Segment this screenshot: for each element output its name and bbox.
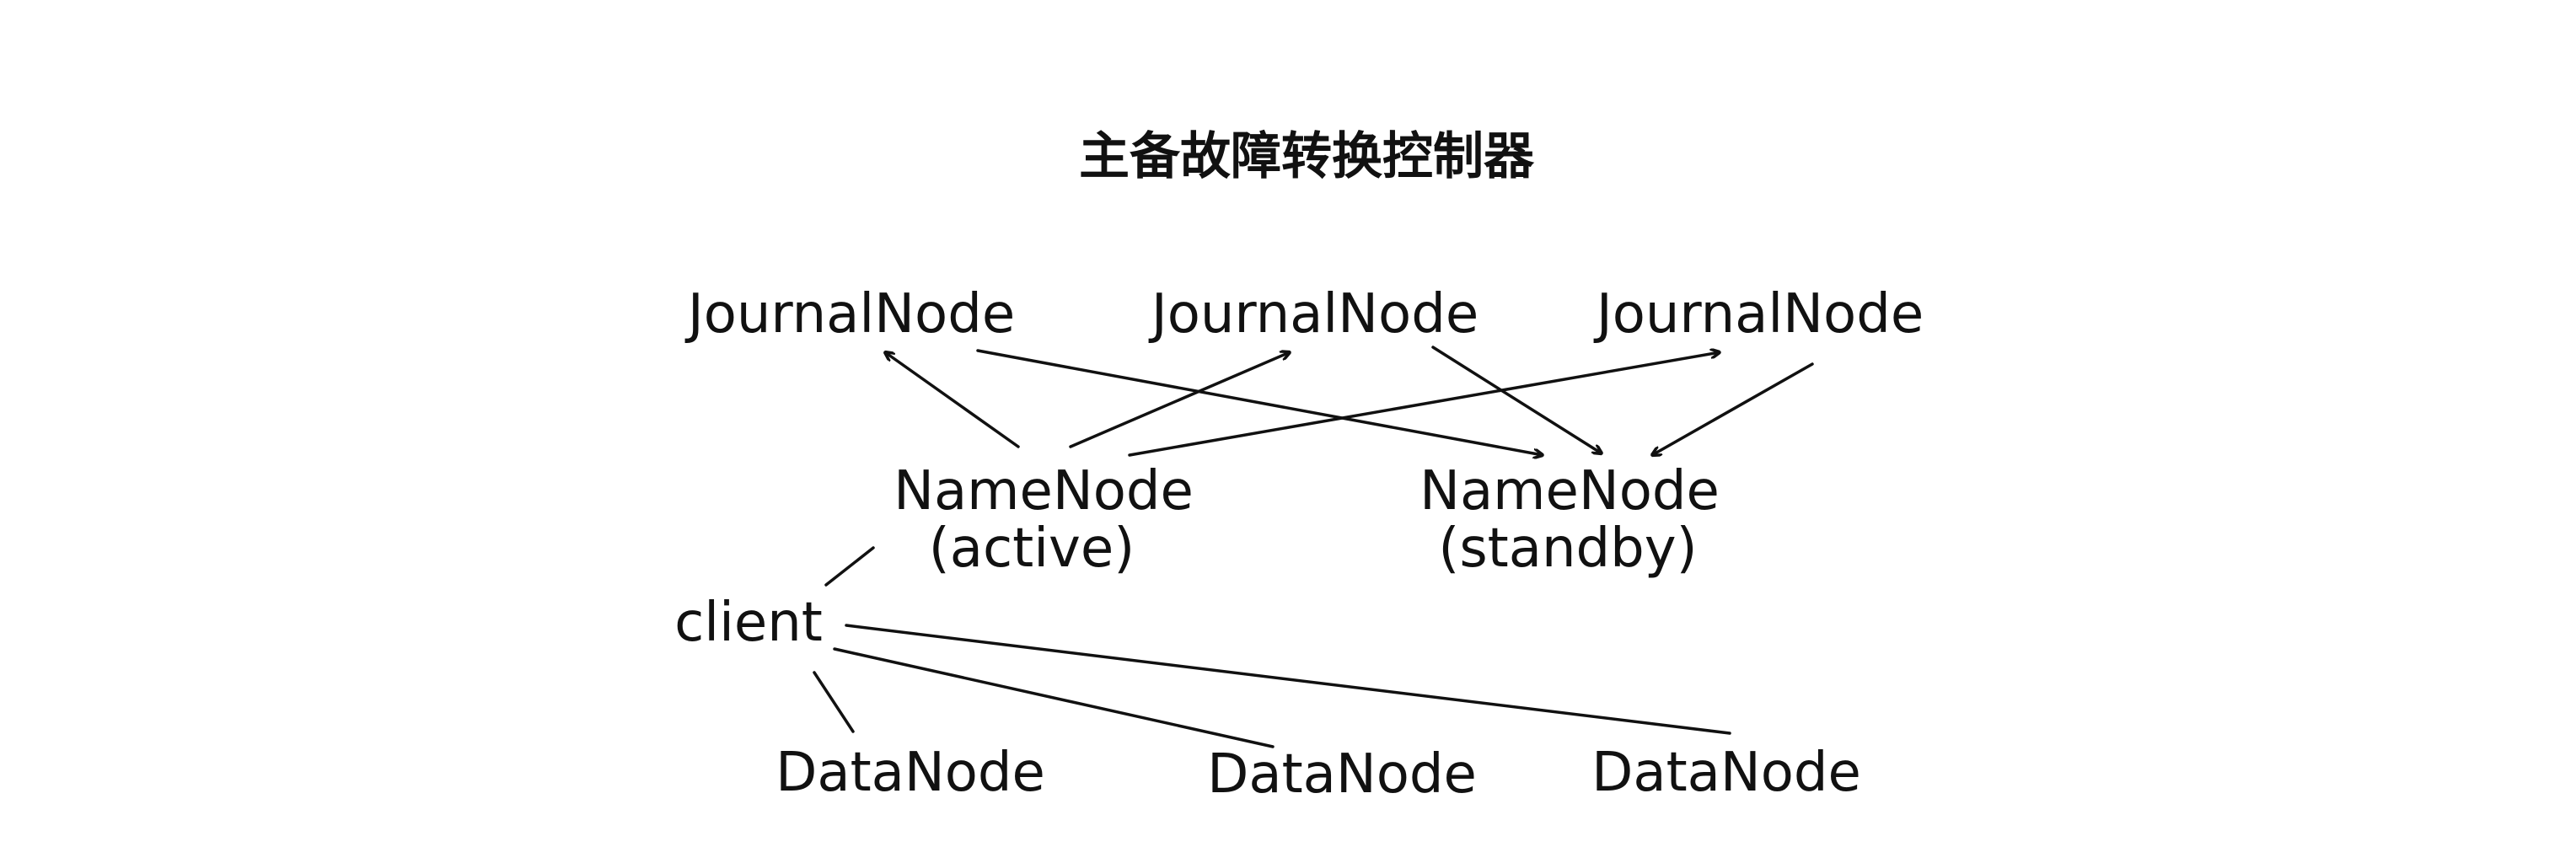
- diagram-title: 主备故障转换控制器: [1079, 127, 1535, 186]
- journal-node-3: JournalNode: [1593, 283, 1924, 346]
- edge-journal-2-to-namenode-standby: [1431, 346, 1602, 453]
- edge-client-to-namenode-active: [824, 546, 875, 587]
- edge-namenode-active-to-journal-1: [885, 352, 1020, 448]
- namenode-standby: NameNode: [1419, 460, 1720, 523]
- datanode-1: DataNode: [775, 742, 1045, 804]
- client-node: client: [674, 592, 823, 654]
- namenode-active: NameNode: [894, 460, 1194, 523]
- datanode-2: DataNode: [1207, 743, 1477, 806]
- edge-journal-3-to-namenode-standby: [1652, 362, 1814, 455]
- failover-diagram: 主备故障转换控制器 JournalNode JournalNode Journa…: [674, 127, 1924, 806]
- edge-client-to-datanode-1: [813, 671, 855, 733]
- edge-namenode-active-to-journal-3: [1128, 352, 1720, 457]
- edge-client-to-datanode-2: [833, 647, 1275, 748]
- journal-node-1: JournalNode: [684, 283, 1015, 346]
- edge-client-to-datanode-3: [845, 624, 1731, 735]
- datanode-3: DataNode: [1591, 742, 1861, 804]
- namenode-active-role: (active): [929, 517, 1135, 580]
- namenode-standby-role: (standby): [1438, 517, 1697, 580]
- journal-node-2: JournalNode: [1148, 283, 1479, 346]
